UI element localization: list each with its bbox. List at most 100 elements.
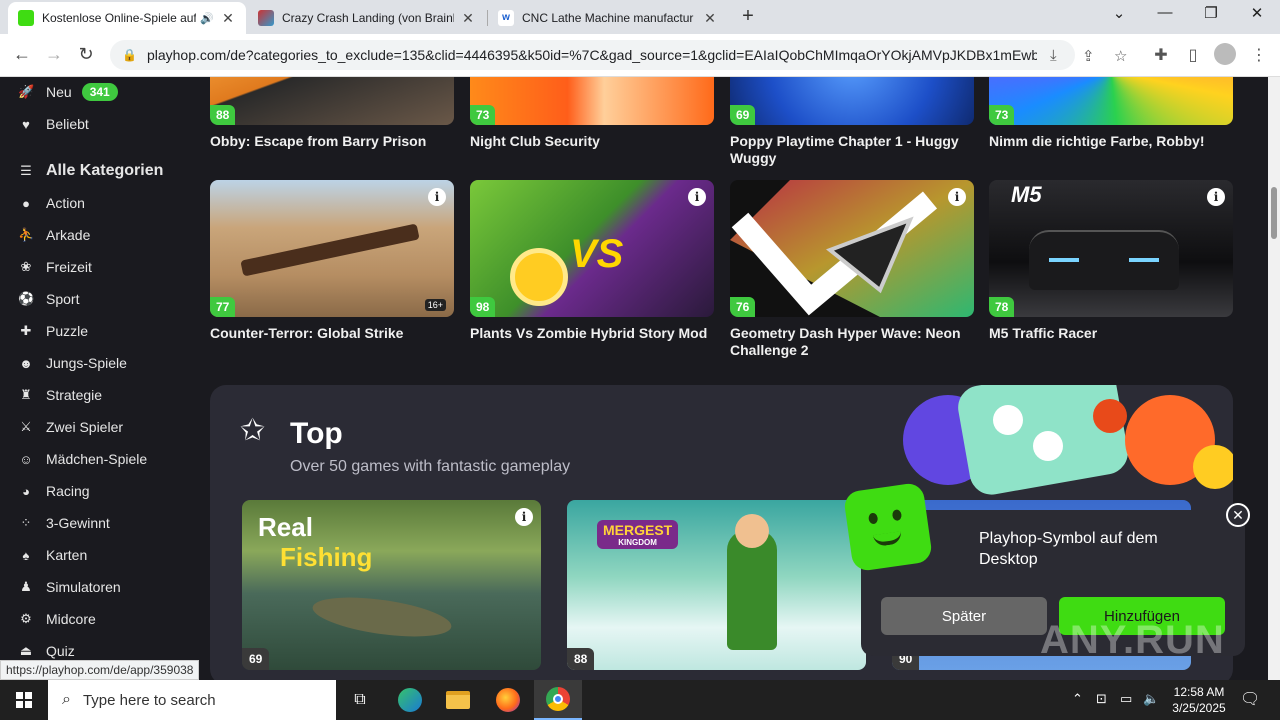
game-thumbnail[interactable]: VS i 98 bbox=[470, 180, 714, 317]
close-tab-icon[interactable]: ✕ bbox=[702, 10, 718, 27]
maximize-icon[interactable]: ❐ bbox=[1197, 4, 1225, 22]
game-card[interactable]: 73 Night Club Security bbox=[470, 77, 714, 150]
audio-playing-icon[interactable]: 🔊 bbox=[200, 12, 214, 25]
scrollbar-thumb[interactable] bbox=[1271, 187, 1277, 239]
top-game-card[interactable]: Real Fishing i 69 bbox=[242, 500, 541, 670]
info-icon[interactable]: i bbox=[515, 508, 533, 526]
leaf-icon: ❀ bbox=[20, 259, 32, 274]
windows-taskbar: ⌕ Type here to search ⧉ ⌃ ⊡ ▭ 🔈 12:58 AM… bbox=[0, 680, 1280, 720]
tray-device-icon[interactable]: ⊡ bbox=[1096, 691, 1107, 707]
sidebar-item-racing[interactable]: ◕ Racing bbox=[18, 480, 90, 502]
windows-start-icon[interactable] bbox=[0, 680, 48, 720]
gear-icon: ⚙ bbox=[20, 611, 32, 626]
popup-close-icon[interactable]: ✕ bbox=[1226, 503, 1250, 527]
playhop-mascot-icon bbox=[842, 481, 934, 573]
minimize-icon[interactable]: — bbox=[1151, 4, 1179, 21]
tray-chevron-icon[interactable]: ⌃ bbox=[1072, 691, 1083, 707]
sidebar-item-cards[interactable]: ♠ Karten bbox=[18, 544, 88, 566]
taskbar-search-box[interactable]: ⌕ Type here to search bbox=[48, 680, 336, 720]
more-menu-icon[interactable]: ⋮ bbox=[1248, 45, 1270, 65]
game-thumbnail[interactable]: 73 bbox=[470, 77, 714, 125]
tab-crazy-crash[interactable]: Crazy Crash Landing (von Brainl ✕ bbox=[248, 2, 486, 34]
game-card[interactable]: i 76 Geometry Dash Hyper Wave: Neon Chal… bbox=[730, 180, 974, 359]
info-icon[interactable]: i bbox=[688, 188, 706, 206]
sidebar-item-new[interactable]: 🚀 Neu 341 bbox=[18, 81, 118, 103]
extensions-puzzle-icon[interactable]: ✚ bbox=[1150, 45, 1172, 65]
task-view-icon[interactable]: ⧉ bbox=[336, 680, 384, 720]
game-thumbnail[interactable]: M5 i 78 bbox=[989, 180, 1233, 317]
game-thumbnail[interactable]: 69 bbox=[730, 77, 974, 125]
game-thumbnail[interactable]: i 16+ 77 bbox=[210, 180, 454, 317]
info-icon[interactable]: i bbox=[948, 188, 966, 206]
close-tab-icon[interactable]: ✕ bbox=[220, 10, 236, 27]
share-icon[interactable]: ⇪ bbox=[1082, 47, 1095, 65]
sidebar-item-leisure[interactable]: ❀ Freizeit bbox=[18, 256, 92, 278]
close-tab-icon[interactable]: ✕ bbox=[460, 10, 476, 27]
tab-cnc-lathe[interactable]: w CNC Lathe Machine manufactur ✕ bbox=[488, 2, 728, 34]
sidebar-item-match3[interactable]: ⁘ 3-Gewinnt bbox=[18, 512, 110, 534]
real-fishing-logo-sub: Fishing bbox=[280, 542, 373, 572]
address-bar[interactable]: 🔒 playhop.com/de?categories_to_exclude=1… bbox=[110, 40, 1075, 70]
dots-icon: ⁘ bbox=[20, 515, 32, 530]
later-button[interactable]: Später bbox=[881, 597, 1047, 635]
sidebar-item-action[interactable]: ● Action bbox=[18, 192, 85, 214]
playhop-favicon-icon bbox=[18, 10, 34, 26]
sidebar-item-two-players[interactable]: ⚔ Zwei Spieler bbox=[18, 416, 123, 438]
sidebar-item-popular[interactable]: ♥ Beliebt bbox=[18, 113, 89, 135]
lock-icon[interactable]: 🔒 bbox=[122, 48, 137, 62]
tab-search-chevron-icon[interactable]: ⌄ bbox=[1105, 4, 1133, 22]
tab-strip: Kostenlose Online-Spiele auf 🔊 ✕ Crazy C… bbox=[0, 0, 1280, 34]
sidebar: 🚀 Neu 341 ♥ Beliebt ☰ Alle Kategorien ● A… bbox=[0, 77, 190, 680]
sidebar-item-girls[interactable]: ☺ Mädchen-Spiele bbox=[18, 448, 147, 470]
sidebar-item-strategy[interactable]: ♜ Strategie bbox=[18, 384, 102, 406]
page-scrollbar[interactable] bbox=[1268, 77, 1280, 680]
network-icon[interactable]: ▭ bbox=[1120, 691, 1132, 707]
reload-icon[interactable]: ↻ bbox=[74, 44, 98, 65]
game-card[interactable]: M5 i 78 M5 Traffic Racer bbox=[989, 180, 1233, 342]
game-card[interactable]: 69 Poppy Playtime Chapter 1 - Huggy Wugg… bbox=[730, 77, 974, 167]
side-panel-icon[interactable]: ▯ bbox=[1182, 45, 1204, 65]
file-explorer-icon[interactable] bbox=[434, 680, 482, 720]
search-icon: ⌕ bbox=[62, 691, 71, 708]
profile-avatar-icon[interactable] bbox=[1214, 43, 1236, 65]
game-thumbnail[interactable]: 88 bbox=[210, 77, 454, 125]
game-card[interactable]: 73 Nimm die richtige Farbe, Robby! bbox=[989, 77, 1233, 150]
top-game-card[interactable]: MERGEST KINGDOM 88 bbox=[567, 500, 866, 670]
game-card[interactable]: VS i 98 Plants Vs Zombie Hybrid Story Mo… bbox=[470, 180, 714, 342]
tab-playhop[interactable]: Kostenlose Online-Spiele auf 🔊 ✕ bbox=[8, 2, 246, 34]
sidebar-item-arcade[interactable]: ⛹ Arkade bbox=[18, 224, 90, 246]
mergest-kingdom-logo: MERGEST KINGDOM bbox=[597, 520, 679, 549]
edge-browser-icon[interactable] bbox=[386, 680, 434, 720]
game-card[interactable]: 88 Obby: Escape from Barry Prison bbox=[210, 77, 454, 150]
sidebar-item-boys[interactable]: ☻ Jungs-Spiele bbox=[18, 352, 127, 374]
sidebar-item-simulators[interactable]: ♟ Simulatoren bbox=[18, 576, 121, 598]
m5-logo: M5 bbox=[1011, 182, 1042, 207]
back-arrow-icon[interactable]: ← bbox=[10, 44, 34, 65]
sidebar-item-puzzle[interactable]: ✚ Puzzle bbox=[18, 320, 88, 342]
close-window-icon[interactable]: ✕ bbox=[1243, 4, 1271, 22]
info-icon[interactable]: i bbox=[1207, 188, 1225, 206]
game-thumbnail[interactable]: 73 bbox=[989, 77, 1233, 125]
bomb-icon: ● bbox=[22, 195, 30, 211]
sidebar-item-midcore[interactable]: ⚙ Midcore bbox=[18, 608, 96, 630]
install-app-icon[interactable]: ⤓ bbox=[1050, 47, 1057, 64]
rifle-graphic bbox=[240, 223, 420, 277]
bookmark-star-icon[interactable]: ☆ bbox=[1114, 47, 1127, 65]
forward-arrow-icon[interactable]: → bbox=[42, 44, 66, 65]
chrome-icon[interactable] bbox=[534, 680, 582, 720]
notifications-icon[interactable]: 🗨 bbox=[1240, 689, 1260, 709]
sidebar-item-sport[interactable]: ⚽ Sport bbox=[18, 288, 79, 310]
list-icon: ☰ bbox=[20, 163, 32, 178]
geometry-wave-graphic bbox=[730, 180, 974, 317]
heart-icon: ♥ bbox=[22, 116, 30, 132]
fish-graphic bbox=[310, 590, 454, 644]
info-icon[interactable]: i bbox=[428, 188, 446, 206]
volume-icon[interactable]: 🔈 bbox=[1143, 691, 1159, 707]
sidebar-item-quiz[interactable]: ⏏ Quiz bbox=[18, 640, 75, 662]
taskbar-clock[interactable]: 12:58 AM 3/25/2025 bbox=[1160, 684, 1238, 716]
game-card[interactable]: i 16+ 77 Counter-Terror: Global Strike bbox=[210, 180, 454, 342]
sidebar-all-categories[interactable]: ☰ Alle Kategorien bbox=[18, 160, 163, 182]
game-thumbnail[interactable]: i 76 bbox=[730, 180, 974, 317]
new-tab-plus-icon[interactable]: + bbox=[737, 5, 759, 28]
firefox-icon[interactable] bbox=[484, 680, 532, 720]
